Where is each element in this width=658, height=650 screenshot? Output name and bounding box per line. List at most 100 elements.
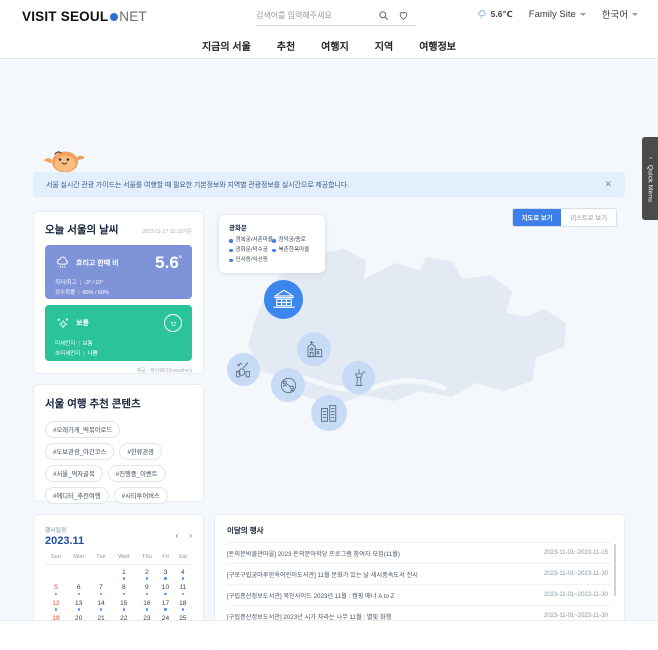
quick-menu-label: Quick Menu xyxy=(646,164,654,203)
calendar-day[interactable]: 3 xyxy=(157,565,173,581)
weather-credit: 제공 : 케이웨더(kweather) xyxy=(136,368,192,374)
chevron-down-icon xyxy=(579,12,586,16)
family-site-label: Family Site xyxy=(528,8,576,20)
quick-menu-tab[interactable]: › Quick Menu xyxy=(642,137,658,220)
close-icon[interactable]: ✕ xyxy=(604,180,612,189)
calendar-day[interactable]: 16 xyxy=(136,596,157,612)
map-legend-items: 경복궁/서촌마을 창덕궁/종로 광화문/덕수궁 북촌한옥마을 인사동/익선동 xyxy=(229,236,315,265)
calendar-day-empty xyxy=(45,565,67,581)
calendar-week-row: 1234 xyxy=(45,565,192,581)
nav-item-destinations[interactable]: 여행지 xyxy=(321,38,349,53)
bullet-icon xyxy=(229,239,233,243)
list-view-button[interactable]: 리스트로 보기 xyxy=(561,209,616,226)
community-pin[interactable] xyxy=(271,368,305,402)
precip-row: 강수확률 | 60% / 60% xyxy=(55,289,109,296)
legend-item[interactable]: 인사동/익선동 xyxy=(229,256,272,266)
calendar-day[interactable]: 5 xyxy=(45,581,67,597)
pm10-row: 미세먼지 | 보통 xyxy=(55,341,93,347)
calendar-title-group: 행사일정 2023.11 xyxy=(45,525,84,547)
calendar-day[interactable]: 15 xyxy=(111,596,136,612)
event-row[interactable]: [돈의문박물관마을] 2023 돈의문아학당 프로그램 참여자 모집(11월) … xyxy=(227,542,612,563)
tag-item[interactable]: #시티투어버스 xyxy=(113,487,168,504)
temp-range-row: 최저/최고 | -3° / 10° xyxy=(55,280,104,286)
calendar-day[interactable]: 14 xyxy=(91,596,112,612)
current-weather-rows: 최저/최고 | -3° / 10° 강수확률 | 60% / 60% xyxy=(55,279,182,299)
event-name: [돈의문박물관마을] 2023 돈의문아학당 프로그램 참여자 모집(11월) xyxy=(227,550,400,558)
search-icon[interactable] xyxy=(376,8,391,23)
calendar-weekday: Fri xyxy=(157,554,174,565)
calendar-day[interactable]: 18 xyxy=(174,596,192,612)
site-logo[interactable]: VISIT SEOUL NET xyxy=(22,9,147,24)
prev-month-icon[interactable]: ‹ xyxy=(176,532,179,540)
tower-pin[interactable] xyxy=(342,361,375,394)
calendar-header: 행사일정 2023.11 ‹ › xyxy=(45,525,192,547)
legend-item[interactable]: 창덕궁/종로 xyxy=(272,236,315,246)
nav-item-travel-info[interactable]: 여행정보 xyxy=(419,38,456,53)
music-pin[interactable] xyxy=(227,353,260,386)
map-legend: 광화문 경복궁/서촌마을 창덕궁/종로 광화문/덕수궁 북촌한옥마을 인사동/익… xyxy=(219,215,325,274)
precip-key: 강수확률 xyxy=(55,289,76,296)
buildings-pin[interactable] xyxy=(311,395,347,431)
notice-text: 서울 실시간 관광 가이드는 서울를 여행할 때 필요한 기본정보와 지역별 관… xyxy=(46,181,349,189)
calendar-day[interactable]: 17 xyxy=(157,596,173,612)
tag-item[interactable]: #진행중_이벤트 xyxy=(107,465,166,482)
calendar-day[interactable]: 9 xyxy=(136,581,157,597)
calendar-year-month: 2023.11 xyxy=(45,535,85,547)
pm25-value: 나쁨 xyxy=(87,350,98,357)
search-input[interactable] xyxy=(256,11,376,20)
calendar-day[interactable]: 10 xyxy=(157,581,173,597)
air-quality-label: 보통 xyxy=(76,320,89,327)
calendar-day[interactable]: 6 xyxy=(67,581,91,597)
map-view-button[interactable]: 지도로 보기 xyxy=(512,209,562,226)
tag-item[interactable]: #도보관광_야간코스 xyxy=(45,443,115,460)
nav-item-now-seoul[interactable]: 지금의 서울 xyxy=(202,38,251,53)
air-quality-status: 보통 xyxy=(55,316,89,331)
tag-item[interactable]: #에디터_추천여행 xyxy=(45,487,109,504)
event-list-scrollbar[interactable] xyxy=(614,544,616,596)
tag-item[interactable]: #한류관광 xyxy=(119,443,163,460)
event-row[interactable]: [구로구립궁마루한옥어린이도서관] 11월 문화가 있는 날 세시풍속도서 전시… xyxy=(227,563,612,584)
air-quality-box[interactable]: 보통 미세먼지 | 보통 초미세먼지 | 나쁨 xyxy=(45,305,192,361)
current-temp-unit: ° xyxy=(178,254,182,264)
family-site-select[interactable]: Family Site xyxy=(529,9,586,20)
calendar-weekday: Tue xyxy=(90,554,112,565)
calendar-day[interactable]: 12 xyxy=(45,596,67,612)
language-select[interactable]: 한국어 xyxy=(602,7,638,21)
current-weather-box[interactable]: 흐리고 한때 비 5.6° 최저/최고 | -3° / 10° 강수확률 | 60% /… xyxy=(45,245,192,299)
tag-item[interactable]: #오래가게_떡볶이로드 xyxy=(45,421,121,438)
calendar-day[interactable]: 8 xyxy=(111,581,136,597)
event-row[interactable]: [구립증산정보도서관] 북인사이드 2023년 11월 : 캠핑 매너 A to… xyxy=(227,584,612,605)
next-month-icon[interactable]: › xyxy=(189,532,192,540)
main-navigation: 지금의 서울 추천 여행지 지역 여행정보 xyxy=(0,33,658,59)
calendar-weekday-row: Sun Mon Tue Wed Thu Fri Sat xyxy=(45,554,192,565)
legend-item[interactable]: 광화문/덕수궁 xyxy=(229,246,272,256)
header-weather[interactable]: 5.6℃ xyxy=(477,9,513,20)
calendar-day[interactable]: 4 xyxy=(174,565,192,581)
calendar-day[interactable]: 13 xyxy=(67,596,91,612)
legend-item[interactable]: 경복궁/서촌마을 xyxy=(229,236,274,246)
calendar-weekday: Sat xyxy=(173,554,192,565)
legend-item[interactable]: 북촌한옥마을 xyxy=(272,246,315,256)
church-pin[interactable] xyxy=(297,332,331,366)
pm25-row: 초미세먼지 | 나쁨 xyxy=(55,350,98,357)
chevron-right-icon: › xyxy=(647,156,653,159)
map-legend-title: 광화문 xyxy=(229,225,247,232)
nav-item-recommend[interactable]: 추천 xyxy=(277,38,295,53)
legend-item-label: 경복궁/서촌마을 xyxy=(235,237,274,243)
calendar-day[interactable]: 1 xyxy=(111,565,136,581)
tag-item[interactable]: #서울_먹자골목 xyxy=(45,465,103,482)
pm10-key: 미세먼지 xyxy=(55,341,76,347)
palace-pin[interactable] xyxy=(264,280,303,319)
calendar-day[interactable]: 2 xyxy=(136,565,157,581)
calendar-day[interactable]: 11 xyxy=(174,581,192,597)
calendar-day[interactable]: 7 xyxy=(91,581,112,597)
bullet-icon xyxy=(272,248,276,253)
heart-icon[interactable] xyxy=(396,8,411,23)
chevron-down-icon xyxy=(632,12,638,16)
nav-item-regions[interactable]: 지역 xyxy=(375,38,393,53)
calendar-day-empty xyxy=(91,565,112,581)
tower-icon xyxy=(354,368,366,386)
cloud-rain-icon xyxy=(57,256,68,268)
calendar-weekday: Wed xyxy=(111,554,137,565)
site-header: VISIT SEOUL NET 5.6℃ Family Site xyxy=(0,0,658,33)
